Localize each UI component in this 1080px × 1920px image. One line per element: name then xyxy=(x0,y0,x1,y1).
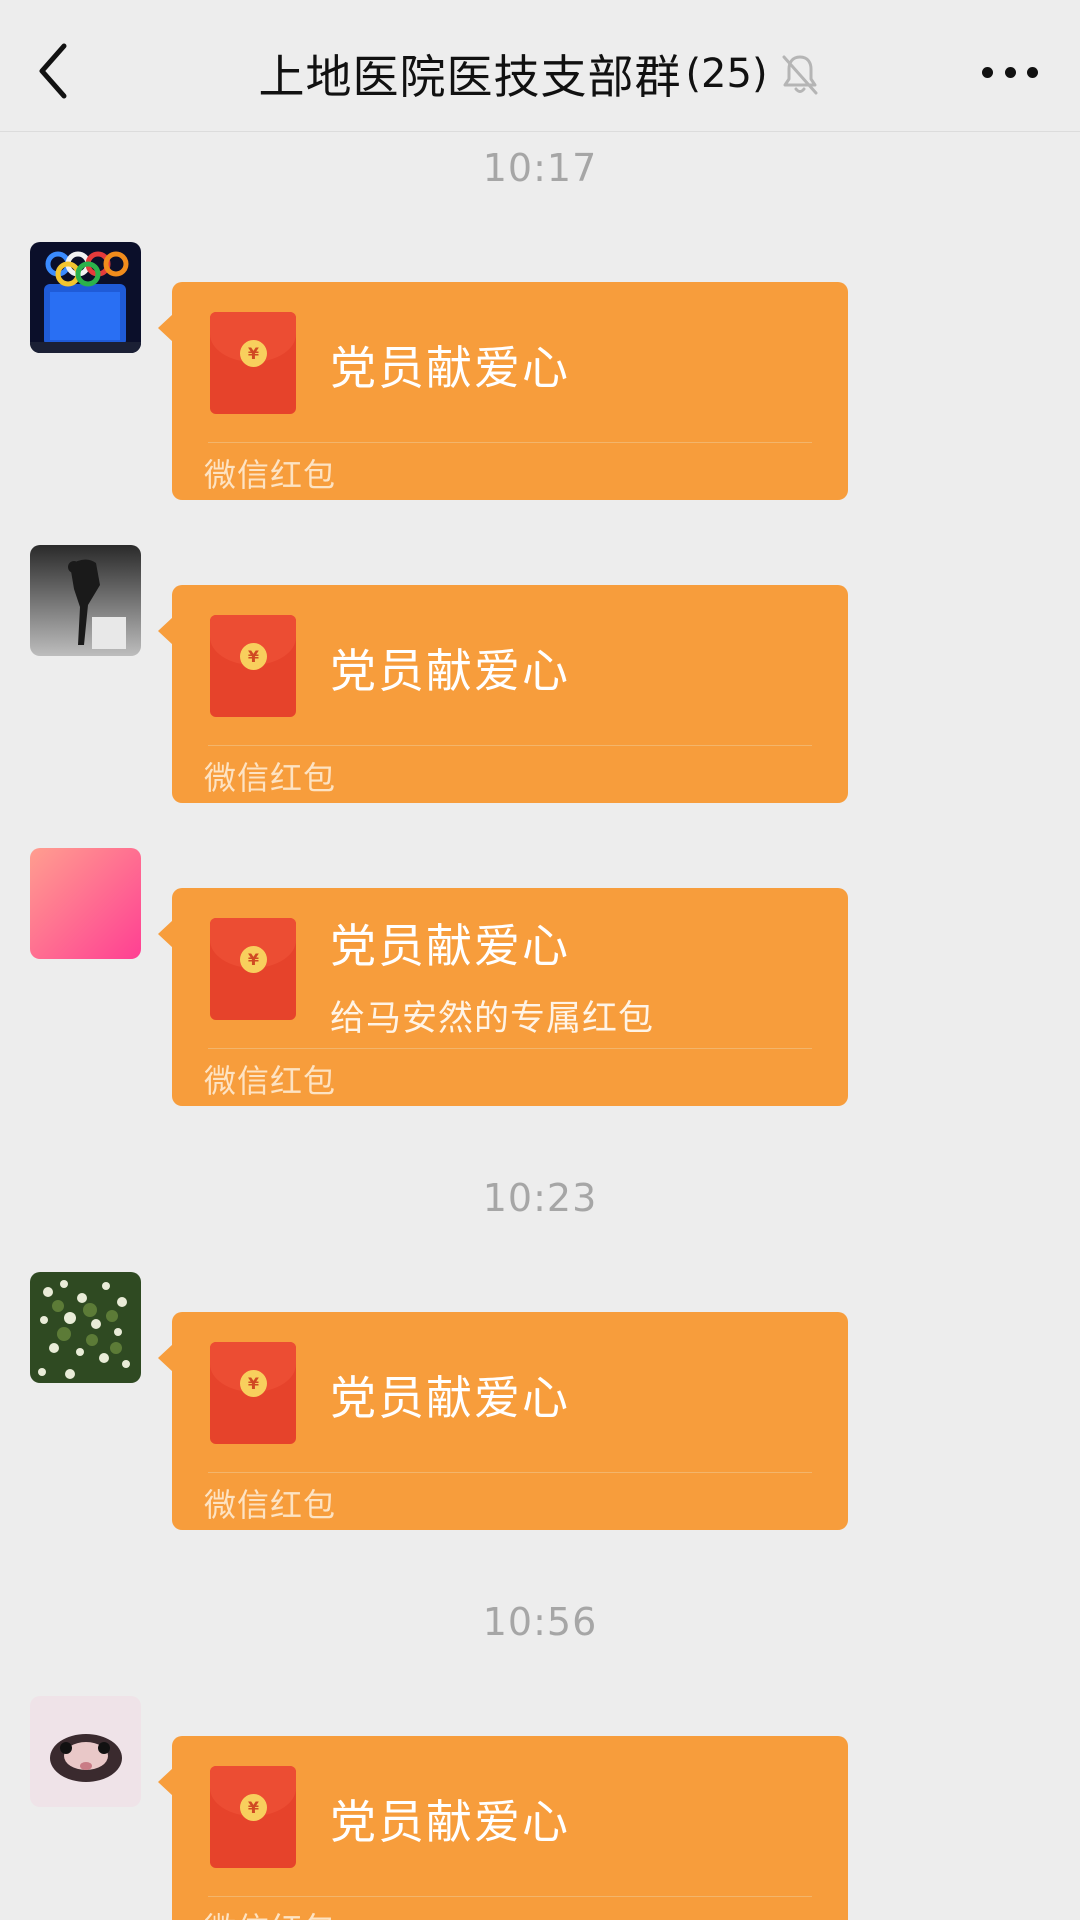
pink-gradient-avatar-image xyxy=(30,848,141,959)
packet-subtitle: 给马安然的专属红包 xyxy=(330,999,655,1039)
packet-footer: 微信红包 xyxy=(204,1486,337,1524)
packet-title: 党员献爱心 xyxy=(330,644,570,698)
packet-title: 党员献爱心 xyxy=(330,341,570,395)
avatar[interactable] xyxy=(30,1696,141,1807)
timestamp: 10:23 xyxy=(482,1176,598,1220)
red-packet-message[interactable]: ¥ 党员献爱心 微信红包 xyxy=(158,585,848,803)
chat-page: 上地医院医技支部群 (25) 10:17 ¥ 党员献爱心 微信红包 ¥ 党员献爱… xyxy=(0,0,1080,1920)
avatar[interactable] xyxy=(30,848,141,959)
stadium-night-avatar-image xyxy=(30,242,141,353)
avatar[interactable] xyxy=(30,545,141,656)
red-packet-message[interactable]: ¥ 党员献爱心 微信红包 xyxy=(158,282,848,500)
red-packet-message[interactable]: ¥ 党员献爱心 微信红包 xyxy=(158,1736,848,1920)
flowers-avatar-image xyxy=(30,1272,141,1383)
more-dot xyxy=(1027,66,1038,78)
red-packet-icon: ¥ xyxy=(210,1766,296,1868)
muted-bell-icon xyxy=(782,55,818,95)
pet-avatar-image xyxy=(30,1696,141,1807)
more-dot xyxy=(1004,66,1016,78)
dancer-avatar-image xyxy=(30,545,141,656)
timestamp: 10:56 xyxy=(482,1600,598,1644)
packet-title: 党员献爱心 xyxy=(330,1371,570,1425)
red-packet-message[interactable]: ¥ 党员献爱心 给马安然的专属红包 微信红包 xyxy=(158,888,848,1106)
more-dot xyxy=(982,66,993,78)
packet-title: 党员献爱心 xyxy=(330,1795,570,1849)
avatar[interactable] xyxy=(30,1272,141,1383)
packet-footer: 微信红包 xyxy=(204,456,337,494)
timestamp: 10:17 xyxy=(482,146,598,190)
packet-footer: 微信红包 xyxy=(204,1904,336,1920)
chat-title-area[interactable]: 上地医院医技支部群 (25) xyxy=(0,44,1080,104)
member-count: (25) xyxy=(685,51,768,97)
packet-footer: 微信红包 xyxy=(204,759,337,797)
avatar[interactable] xyxy=(30,242,141,353)
red-packet-icon: ¥ xyxy=(210,312,296,414)
red-packet-icon: ¥ xyxy=(210,615,296,717)
red-packet-icon: ¥ xyxy=(210,1342,296,1444)
packet-footer: 微信红包 xyxy=(204,1062,337,1100)
red-packet-icon: ¥ xyxy=(210,918,296,1020)
group-name: 上地医院医技支部群 xyxy=(258,50,682,104)
chat-header: 上地医院医技支部群 (25) xyxy=(0,0,1080,132)
more-button[interactable] xyxy=(982,62,1038,82)
red-packet-message[interactable]: ¥ 党员献爱心 微信红包 xyxy=(158,1312,848,1530)
packet-title: 党员献爱心 xyxy=(330,919,570,973)
